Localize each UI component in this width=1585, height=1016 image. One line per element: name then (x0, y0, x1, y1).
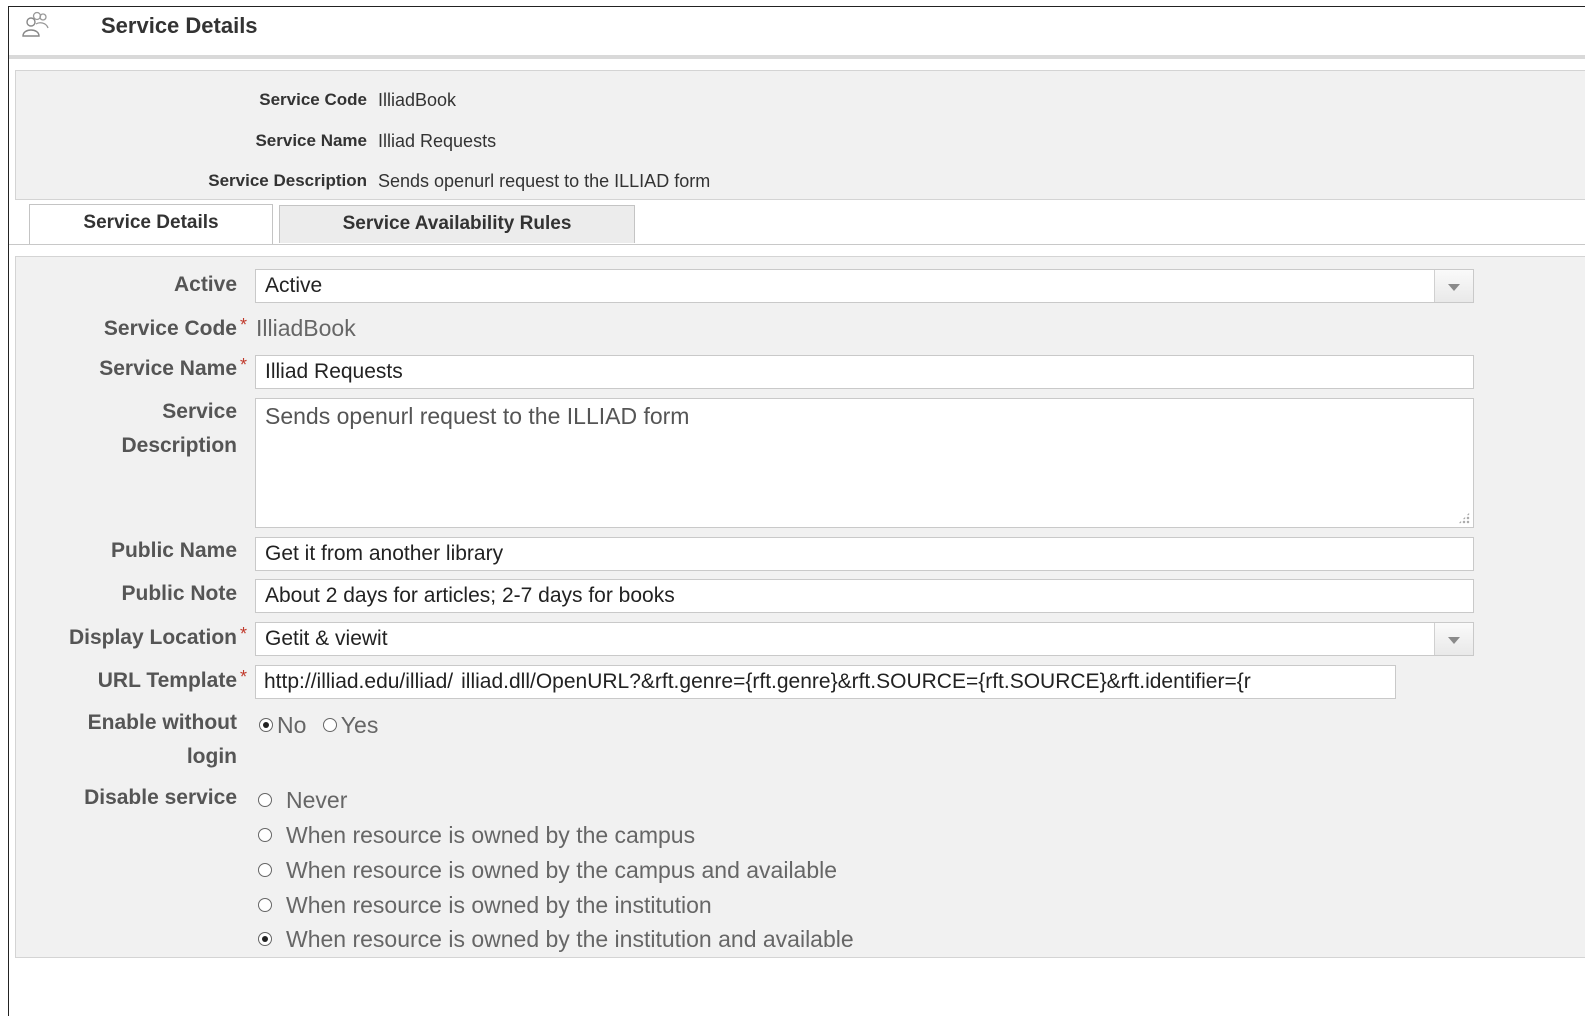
public-name-label: Public Name (110, 539, 237, 562)
public-note-label: Public Note (121, 582, 237, 605)
summary-row-name: Service Name Illiad Requests (16, 131, 1585, 155)
enable-without-login-label-line1: Enable without (87, 711, 237, 734)
disable-option-never[interactable]: Never (258, 787, 347, 814)
service-name-label: Service Name (99, 357, 237, 380)
page-header: Service Details (9, 7, 1585, 59)
radio-unchecked-icon[interactable] (322, 717, 337, 732)
service-code-label: Service Code (103, 317, 237, 340)
required-asterisk: * (240, 315, 248, 335)
radio-unchecked-icon[interactable] (258, 827, 272, 842)
disable-option-label: Never (286, 787, 348, 813)
display-location-select[interactable]: Getit & viewit (255, 622, 1474, 656)
tab-service-details[interactable]: Service Details (29, 204, 273, 244)
active-select[interactable]: Active (255, 269, 1474, 303)
radio-checked-icon[interactable] (258, 931, 272, 946)
url-template-part2: edu/illiad/ (364, 670, 454, 693)
display-location-label: Display Location (68, 626, 237, 649)
enable-no-option[interactable]: No (259, 712, 313, 738)
enable-yes-label: Yes (340, 712, 379, 738)
resize-handle-icon[interactable] (1458, 512, 1470, 524)
summary-row-code: Service Code IlliadBook (16, 90, 1585, 114)
radio-unchecked-icon[interactable] (258, 897, 272, 912)
chevron-down-icon[interactable] (1434, 270, 1473, 302)
radio-checked-icon[interactable] (259, 717, 273, 732)
required-asterisk: * (240, 624, 248, 644)
summary-label: Service Description (208, 171, 367, 190)
summary-label: Service Code (259, 90, 367, 109)
service-description-label-line2: Description (121, 434, 237, 457)
service-description-textarea[interactable]: Sends openurl request to the ILLIAD form (255, 398, 1474, 528)
page-frame: Service Details Service Code IlliadBook … (8, 6, 1585, 1016)
disable-option-campus[interactable]: When resource is owned by the campus (258, 822, 695, 849)
active-select-value: Active (265, 274, 323, 297)
service-description-value: Sends openurl request to the ILLIAD form (265, 403, 690, 429)
url-template-part3: illiad.dll/OpenURL?&rft.genre={rft.genre… (461, 670, 1251, 693)
service-description-label-line1: Service (162, 400, 237, 423)
active-label: Active (173, 273, 237, 296)
enable-no-label: No (277, 712, 307, 738)
required-asterisk: * (240, 667, 248, 687)
url-template-input[interactable]: http://illiad.edu/illiad/illiad.dll/Open… (255, 665, 1396, 699)
summary-row-description: Service Description Sends openurl reques… (16, 171, 1585, 195)
disable-option-label: When resource is owned by the institutio… (286, 926, 854, 952)
public-note-input[interactable] (255, 579, 1474, 613)
tab-service-availability-rules[interactable]: Service Availability Rules (279, 205, 635, 243)
disable-option-campus-available[interactable]: When resource is owned by the campus and… (258, 857, 837, 884)
url-template-label: URL Template (97, 669, 237, 692)
summary-value: IlliadBook (378, 90, 457, 110)
tab-bar: Service Details Service Availability Rul… (9, 202, 1585, 245)
url-template-part1: http://illiad. (264, 670, 365, 693)
chevron-down-icon[interactable] (1434, 623, 1473, 655)
page-title: Service Details (101, 13, 258, 38)
enable-without-login-options: No Yes (259, 712, 378, 739)
disable-service-label: Disable service (84, 786, 237, 809)
disable-option-label: When resource is owned by the campus and… (286, 857, 838, 883)
users-icon (22, 11, 49, 37)
summary-value: Sends openurl request to the ILLIAD form (378, 171, 711, 191)
display-location-value: Getit & viewit (265, 627, 388, 650)
disable-option-institution[interactable]: When resource is owned by the institutio… (258, 892, 712, 919)
enable-yes-option[interactable]: Yes (322, 712, 379, 738)
public-name-input[interactable] (255, 537, 1474, 571)
disable-option-label: When resource is owned by the institutio… (286, 892, 712, 918)
summary-label: Service Name (255, 131, 367, 150)
service-name-input[interactable] (255, 355, 1474, 389)
radio-unchecked-icon[interactable] (258, 792, 272, 807)
enable-without-login-label-line2: login (186, 745, 237, 768)
radio-unchecked-icon[interactable] (258, 862, 272, 877)
service-code-value: IlliadBook (256, 315, 356, 341)
disable-option-label: When resource is owned by the campus (286, 822, 696, 848)
disable-option-institution-available[interactable]: When resource is owned by the institutio… (258, 926, 854, 953)
required-asterisk: * (240, 355, 248, 375)
service-details-form: Active Active Service Code * IlliadBook … (15, 256, 1585, 958)
service-summary: Service Code IlliadBook Service Name Ill… (15, 70, 1585, 200)
summary-value: Illiad Requests (378, 131, 497, 151)
